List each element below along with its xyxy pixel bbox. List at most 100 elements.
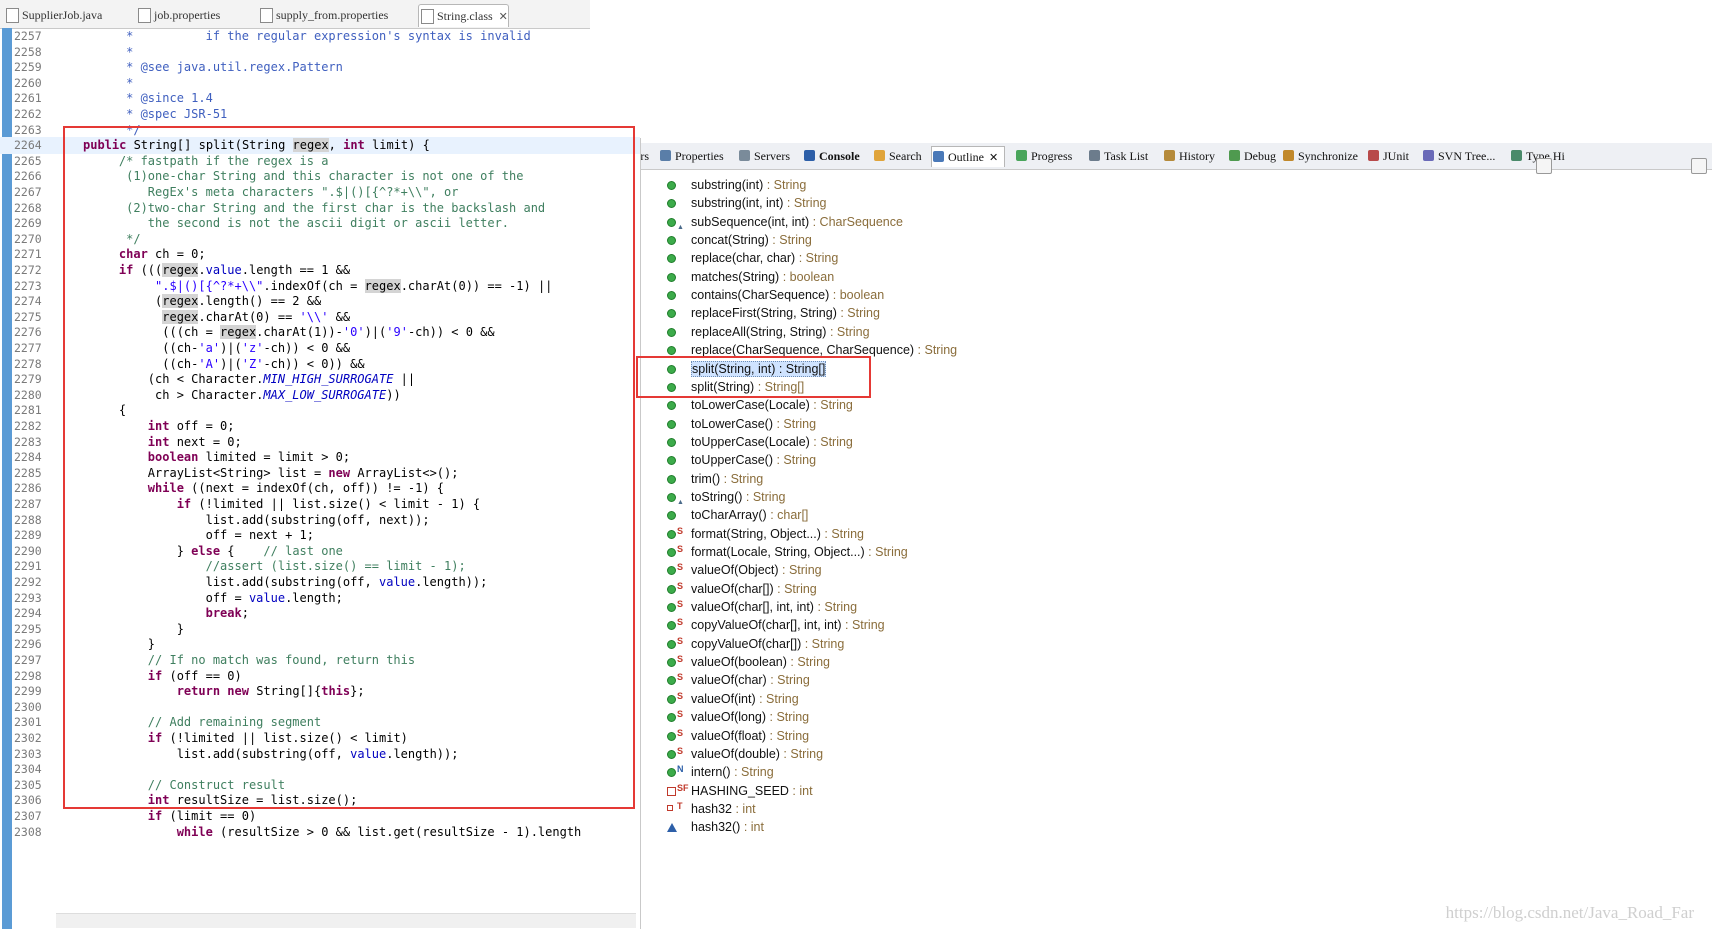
code-line[interactable]: 2308 while (resultSize > 0 && list.get(r… bbox=[0, 824, 640, 841]
outline-item[interactable]: replaceAll(String, String) : String bbox=[667, 322, 870, 342]
code-line[interactable]: 2292 list.add(substring(off, value.lengt… bbox=[0, 574, 640, 591]
code-line[interactable]: 2307 if (limit == 0) bbox=[0, 808, 640, 825]
code-editor[interactable]: 2257 * if the regular expression's synta… bbox=[0, 28, 640, 929]
view-tab-debug[interactable]: Debug bbox=[1228, 146, 1276, 166]
code-line[interactable]: 2299 return new String[]{this}; bbox=[0, 683, 640, 700]
outline-item[interactable]: ▲ toString() : String bbox=[667, 487, 785, 507]
view-tab-progress[interactable]: Progress bbox=[1015, 146, 1072, 166]
code-line[interactable]: 2270 */ bbox=[0, 231, 640, 248]
code-line[interactable]: 2282 int off = 0; bbox=[0, 418, 640, 435]
view-tab-servers[interactable]: Servers bbox=[738, 146, 790, 166]
code-line[interactable]: 2274 (regex.length() == 2 && bbox=[0, 293, 640, 310]
code-line[interactable]: 2275 regex.charAt(0) == '\\' && bbox=[0, 309, 640, 326]
code-line[interactable]: 2290 } else { // last one bbox=[0, 543, 640, 560]
outline-item[interactable]: replace(char, char) : String bbox=[667, 248, 838, 268]
editor-horizontal-scrollbar[interactable] bbox=[56, 913, 636, 928]
editor-tab-supply-from-properties[interactable]: supply_from.properties bbox=[258, 4, 388, 26]
outline-item[interactable]: toUpperCase() : String bbox=[667, 450, 816, 470]
code-line[interactable]: 2281 { bbox=[0, 402, 640, 419]
outline-item[interactable]: SvalueOf(char[]) : String bbox=[667, 579, 817, 599]
code-line[interactable]: 2286 while ((next = indexOf(ch, off)) !=… bbox=[0, 480, 640, 497]
outline-item[interactable]: trim() : String bbox=[667, 469, 763, 489]
outline-item[interactable]: SvalueOf(char[], int, int) : String bbox=[667, 597, 857, 617]
editor-tab-supplierjob-java[interactable]: SupplierJob.java bbox=[4, 4, 102, 26]
code-line[interactable]: 2280 ch > Character.MAX_LOW_SURROGATE)) bbox=[0, 387, 640, 404]
code-line[interactable]: 2306 int resultSize = list.size(); bbox=[0, 792, 640, 809]
code-line[interactable]: 2258 * bbox=[0, 44, 640, 61]
outline-item[interactable]: Nintern() : String bbox=[667, 762, 774, 782]
code-line[interactable]: 2260 * bbox=[0, 75, 640, 92]
outline-item[interactable]: hash32() : int bbox=[667, 817, 764, 837]
outline-item[interactable]: SvalueOf(Object) : String bbox=[667, 560, 822, 580]
outline-item[interactable]: SvalueOf(double) : String bbox=[667, 744, 823, 764]
view-tab-synchronize[interactable]: Synchronize bbox=[1282, 146, 1358, 166]
outline-item[interactable]: SvalueOf(float) : String bbox=[667, 726, 809, 746]
outline-item[interactable]: SvalueOf(int) : String bbox=[667, 689, 799, 709]
code-line[interactable]: 2303 list.add(substring(off, value.lengt… bbox=[0, 746, 640, 763]
code-line[interactable]: 2284 boolean limited = limit > 0; bbox=[0, 449, 640, 466]
outline-item[interactable]: substring(int, int) : String bbox=[667, 193, 826, 213]
view-tab-outline[interactable]: Outline ✕ bbox=[931, 146, 1006, 167]
outline-item[interactable]: ▲ subSequence(int, int) : CharSequence bbox=[667, 212, 903, 232]
code-line[interactable]: 2300 bbox=[0, 699, 640, 716]
outline-view[interactable]: substring(int) : String substring(int, in… bbox=[641, 158, 1712, 929]
view-menu-icon[interactable] bbox=[1691, 158, 1707, 174]
code-line[interactable]: 2287 if (!limited || list.size() < limit… bbox=[0, 496, 640, 513]
code-line[interactable]: 2265 /* fastpath if the regex is a bbox=[0, 153, 640, 170]
code-line[interactable]: 2276 (((ch = regex.charAt(1))-'0')|('9'-… bbox=[0, 324, 640, 341]
outline-item[interactable]: Sformat(String, Object...) : String bbox=[667, 524, 864, 544]
code-line[interactable]: 2273 ".$|()[{^?*+\\".indexOf(ch = regex.… bbox=[0, 278, 640, 295]
outline-item[interactable]: Thash32 : int bbox=[667, 799, 756, 819]
view-tab-history[interactable]: History bbox=[1163, 146, 1215, 166]
outline-item[interactable]: ScopyValueOf(char[]) : String bbox=[667, 634, 844, 654]
code-line[interactable]: 2293 off = value.length; bbox=[0, 590, 640, 607]
code-line[interactable]: 2298 if (off == 0) bbox=[0, 668, 640, 685]
code-line[interactable]: 2263 */ bbox=[0, 122, 640, 139]
view-tab-svn-tree[interactable]: SVN Tree... bbox=[1422, 146, 1495, 166]
outline-item[interactable]: replaceFirst(String, String) : String bbox=[667, 303, 880, 323]
code-line[interactable]: 2285 ArrayList<String> list = new ArrayL… bbox=[0, 465, 640, 482]
view-tab-properties[interactable]: Properties bbox=[659, 146, 724, 166]
outline-item[interactable]: concat(String) : String bbox=[667, 230, 812, 250]
outline-item[interactable]: SvalueOf(boolean) : String bbox=[667, 652, 830, 672]
outline-item[interactable]: SvalueOf(char) : String bbox=[667, 670, 810, 690]
code-line[interactable]: 2261 * @since 1.4 bbox=[0, 90, 640, 107]
outline-item[interactable]: toLowerCase() : String bbox=[667, 414, 816, 434]
outline-item[interactable]: ScopyValueOf(char[], int, int) : String bbox=[667, 615, 885, 635]
code-line[interactable]: 2304 bbox=[0, 761, 640, 778]
code-line[interactable]: 2266 (1)one-char String and this charact… bbox=[0, 168, 640, 185]
editor-tab-string-class[interactable]: String.class ✕ bbox=[418, 4, 509, 27]
code-line[interactable]: 2302 if (!limited || list.size() < limit… bbox=[0, 730, 640, 747]
outline-item[interactable]: split(String) : String[] bbox=[667, 377, 804, 397]
code-line[interactable]: 2262 * @spec JSR-51 bbox=[0, 106, 640, 123]
view-tab-console[interactable]: Console bbox=[803, 146, 860, 166]
outline-item[interactable]: substring(int) : String bbox=[667, 175, 806, 195]
outline-item[interactable]: matches(String) : boolean bbox=[667, 267, 834, 287]
code-line[interactable]: 2291 //assert (list.size() == limit - 1)… bbox=[0, 558, 640, 575]
collapse-all-icon[interactable] bbox=[1536, 158, 1552, 174]
outline-item[interactable]: split(String, int) : String[] bbox=[667, 359, 827, 379]
code-line[interactable]: 2259 * @see java.util.regex.Pattern bbox=[0, 59, 640, 76]
outline-item[interactable]: toUpperCase(Locale) : String bbox=[667, 432, 853, 452]
view-tab-search[interactable]: Search bbox=[873, 146, 922, 166]
close-icon[interactable]: ✕ bbox=[499, 11, 508, 23]
code-line[interactable]: 2279 (ch < Character.MIN_HIGH_SURROGATE … bbox=[0, 371, 640, 388]
outline-item[interactable]: SF HASHING_SEED : int bbox=[667, 781, 813, 801]
outline-item[interactable]: SvalueOf(long) : String bbox=[667, 707, 809, 727]
code-line[interactable]: 2268 (2)two-char String and the first ch… bbox=[0, 200, 640, 217]
code-line[interactable]: 2297 // If no match was found, return th… bbox=[0, 652, 640, 669]
code-line[interactable]: 2272 if (((regex.value.length == 1 && bbox=[0, 262, 640, 279]
outline-item[interactable]: toCharArray() : char[] bbox=[667, 505, 808, 525]
code-line[interactable]: 2296 } bbox=[0, 636, 640, 653]
outline-item[interactable]: Sformat(Locale, String, Object...) : Str… bbox=[667, 542, 908, 562]
code-line[interactable]: 2271 char ch = 0; bbox=[0, 246, 640, 263]
code-line[interactable]: 2269 the second is not the ascii digit o… bbox=[0, 215, 640, 232]
view-tab-junit[interactable]: JUnit bbox=[1367, 146, 1409, 166]
code-line[interactable]: 2294 break; bbox=[0, 605, 640, 622]
code-line[interactable]: 2301 // Add remaining segment bbox=[0, 714, 640, 731]
code-line[interactable]: 2267 RegEx's meta characters ".$|()[{^?*… bbox=[0, 184, 640, 201]
code-line[interactable]: 2283 int next = 0; bbox=[0, 434, 640, 451]
view-tab-task-list[interactable]: Task List bbox=[1088, 146, 1148, 166]
code-line[interactable]: 2278 ((ch-'A')|('Z'-ch)) < 0)) && bbox=[0, 356, 640, 373]
outline-item[interactable]: toLowerCase(Locale) : String bbox=[667, 395, 853, 415]
